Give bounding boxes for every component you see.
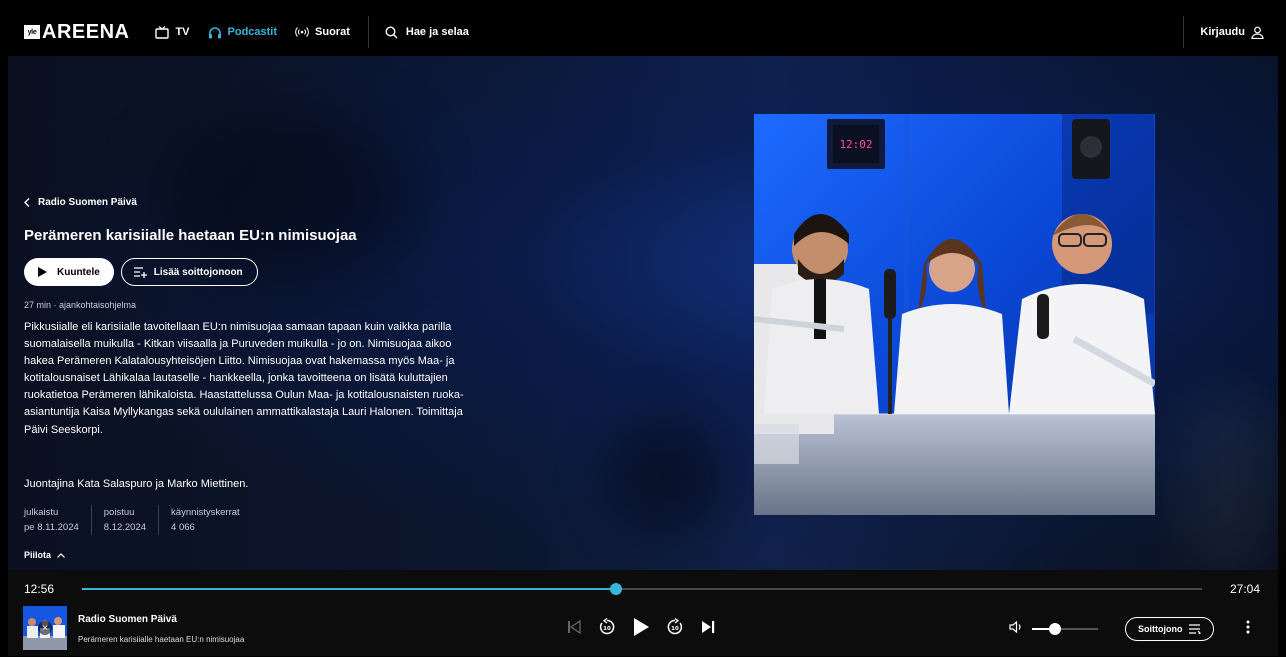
tv-icon [155, 25, 170, 39]
forward-10-icon[interactable]: 10 [666, 618, 684, 636]
audio-player: 12:56 27:04 × Radio Suomen Päivä Perämer… [8, 570, 1278, 656]
add-to-queue-button[interactable]: Lisää soittojonoon [120, 258, 258, 286]
volume-icon[interactable] [1009, 620, 1023, 638]
elapsed-time: 12:56 [24, 582, 55, 596]
add-to-queue-label: Lisää soittojonoon [153, 266, 243, 278]
yle-logo-badge: yle [24, 25, 40, 39]
nav-item-podcastit-label: Podcastit [227, 26, 278, 38]
chevron-up-icon [57, 552, 65, 558]
svg-text:10: 10 [671, 626, 679, 632]
login-button[interactable]: Kirjaudu [1200, 26, 1264, 39]
queue-button-label: Soittojono [1138, 624, 1183, 634]
search-icon [385, 25, 398, 39]
progress-fill [82, 588, 617, 590]
nav-item-podcastit[interactable]: Podcastit [208, 26, 278, 39]
listen-button[interactable]: Kuuntele [24, 258, 114, 286]
episode-artwork: 12:02 [754, 114, 1155, 515]
fact-value: 8.12.2024 [103, 522, 147, 533]
series-name: Radio Suomen Päivä [38, 197, 137, 208]
progress-bar[interactable] [82, 583, 1202, 595]
fact-value: 4 066 [171, 522, 195, 533]
rewind-10-icon[interactable]: 10 [598, 618, 616, 636]
fact-published: julkaistu pe 8.11.2024 [24, 505, 92, 535]
volume-handle[interactable] [1049, 623, 1062, 635]
play-icon[interactable] [632, 617, 650, 637]
nav-item-suorat[interactable]: Suorat [295, 26, 350, 38]
nav-item-suorat-label: Suorat [315, 26, 350, 38]
login-divider [1183, 16, 1185, 48]
nav-item-tv[interactable]: TV [155, 25, 190, 39]
nav-divider [367, 16, 369, 48]
fact-value: pe 8.11.2024 [24, 522, 79, 533]
volume-control [1009, 620, 1098, 638]
queue-list-icon [1188, 624, 1201, 634]
headphones-icon [208, 26, 222, 39]
now-playing-subtitle[interactable]: Perämeren karisiialle haetaan EU:n nimis… [78, 635, 244, 644]
now-playing-thumbnail[interactable]: × [23, 606, 67, 650]
login-label: Kirjaudu [1200, 26, 1245, 38]
play-icon [38, 267, 47, 277]
total-duration: 27:04 [1229, 582, 1260, 596]
episode-title: Perämeren karisiialle haetaan EU:n nimis… [24, 227, 357, 244]
episode-hosts: Juontajina Kata Salaspuro ja Marko Miett… [24, 478, 249, 490]
nav-item-tv-label: TV [175, 26, 190, 38]
series-back-link[interactable]: Radio Suomen Päivä [24, 197, 137, 208]
listen-label: Kuuntele [57, 266, 100, 278]
fact-expires: poistuu 8.12.2024 [103, 505, 160, 535]
user-icon [1251, 26, 1264, 39]
broadcast-icon [295, 26, 309, 38]
now-playing-title[interactable]: Radio Suomen Päivä [78, 614, 177, 625]
hide-details-button[interactable]: Piilota [24, 550, 65, 560]
queue-button[interactable]: Soittojono [1125, 617, 1214, 641]
playback-controls: 10 10 [566, 617, 732, 637]
areena-logo[interactable]: yle AREENA [24, 8, 129, 56]
hide-label: Piilota [24, 550, 52, 560]
next-icon[interactable] [700, 619, 716, 635]
search-label: Hae ja selaa [405, 26, 469, 38]
add-to-queue-icon [133, 266, 148, 278]
progress-handle[interactable] [610, 583, 623, 595]
more-options-icon[interactable] [1246, 620, 1250, 634]
volume-slider[interactable] [1032, 623, 1098, 635]
search-link[interactable]: Hae ja selaa [385, 25, 469, 39]
episode-hero: Radio Suomen Päivä Perämeren karisiialle… [8, 56, 1278, 576]
episode-meta: 27 min · ajankohtaisohjelma [24, 300, 137, 310]
main-nav: TV Podcastit Suorat Hae ja selaa [155, 8, 469, 56]
close-icon[interactable]: × [38, 621, 52, 635]
artwork-clock-text: 12:02 [839, 138, 872, 151]
areena-wordmark: AREENA [42, 20, 130, 43]
episode-actions: Kuuntele Lisää soittojonoon [24, 258, 258, 286]
chevron-left-icon [24, 198, 30, 207]
fact-label: poistuu [103, 507, 135, 518]
svg-text:10: 10 [603, 626, 611, 632]
episode-description: Pikkusiialle eli karisiialle tavoitellaa… [24, 321, 464, 436]
fact-plays: käynnistyskerrat 4 066 [171, 505, 252, 535]
previous-icon[interactable] [566, 619, 582, 635]
top-navigation: yle AREENA TV Podcastit Suorat Hae ja se… [8, 8, 1278, 56]
episode-facts: julkaistu pe 8.11.2024 poistuu 8.12.2024… [24, 505, 264, 535]
fact-label: käynnistyskerrat [171, 507, 240, 518]
fact-label: julkaistu [24, 507, 59, 518]
